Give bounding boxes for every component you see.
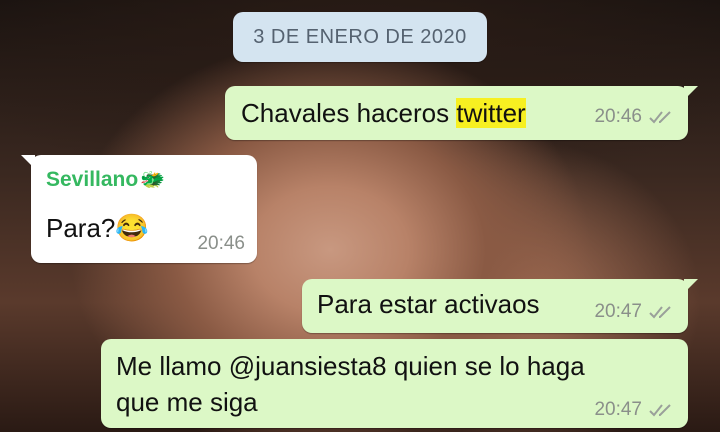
sender-label: Sevillano — [46, 167, 139, 191]
read-ticks-icon — [649, 404, 671, 417]
message-time: 20:47 — [594, 301, 642, 322]
message-meta: 20:46 — [594, 106, 676, 128]
read-ticks-icon — [649, 111, 671, 124]
date-chip: 3 DE ENERO DE 2020 — [233, 12, 487, 62]
message-meta: 20:47 — [594, 301, 676, 323]
message-text: Para?😂 — [46, 211, 149, 245]
highlighted-word: twitter — [456, 98, 526, 128]
message-time: 20:46 — [594, 106, 642, 127]
message-text: Para estar activaos — [317, 289, 540, 319]
laughing-emoji-icon: 😂 — [115, 213, 150, 243]
message-time: 20:47 — [594, 399, 642, 420]
bubble-tail — [684, 279, 698, 293]
message-text-line-1: Me llamo @juansiesta8 quien se lo haga — [116, 351, 585, 381]
message-meta: 20:46 — [197, 233, 245, 255]
dragon-emoji-icon: 🐲 — [140, 169, 166, 191]
bubble-tail — [21, 155, 35, 169]
message-bubble-outgoing[interactable]: Chavales haceros twitter 20:46 — [225, 86, 698, 140]
message-text-line-2: que me siga — [116, 387, 258, 417]
message-text: Chavales haceros twitter — [241, 96, 526, 130]
message-bubble-outgoing[interactable]: Para estar activaos 20:47 — [302, 279, 698, 333]
sender-name[interactable]: Sevillano 🐲 — [46, 167, 165, 192]
read-ticks-icon — [649, 306, 671, 319]
bubble-tail — [684, 86, 698, 100]
message-time: 20:46 — [197, 233, 245, 254]
message-bubble-incoming[interactable]: Sevillano 🐲 Para?😂 20:46 — [21, 155, 257, 263]
message-meta: 20:47 — [594, 399, 676, 421]
message-bubble-outgoing[interactable]: Me llamo @juansiesta8 quien se lo haga q… — [101, 339, 688, 428]
message-text-part: Chavales haceros — [241, 98, 457, 128]
message-text-part: Para? — [46, 213, 116, 243]
